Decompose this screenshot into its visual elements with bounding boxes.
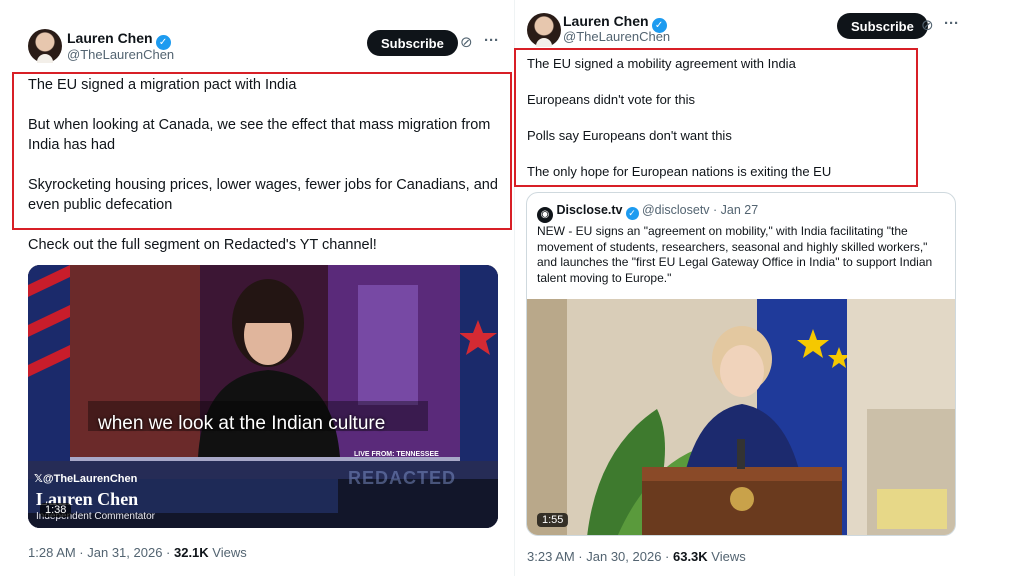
author-handle[interactable]: @TheLaurenChen [67,47,174,62]
tweet-line: But when looking at Canada, we see the e… [28,117,491,153]
tweet-link-line: Check out the full segment on Redacted's… [28,237,377,253]
grok-icon[interactable]: ⊘ [921,17,934,35]
subscribe-button[interactable]: Subscribe [837,13,928,39]
more-icon[interactable]: ··· [484,32,499,50]
disclose-logo-icon: ◉ [537,207,553,223]
tweet-meta: 3:23 AM · Jan 30, 2026 · 63.3K Views [527,549,746,564]
tweet-line: Skyrocketing housing prices, lower wages… [28,177,498,213]
left-tweet: Lauren Chen ✓ @TheLaurenChen Subscribe ⊘ … [10,0,515,576]
grok-icon[interactable]: ⊘ [460,34,473,52]
tweet-line: The only hope for European nations is ex… [527,164,832,179]
video-duration: 1:38 [40,503,72,517]
tweet-line: Europeans didn't vote for this [527,92,695,107]
video-player[interactable]: when we look at the Indian culture LIVE … [28,265,498,528]
tweet-line: Polls say Europeans don't want this [527,128,732,143]
quote-video[interactable]: 1:55 [527,299,955,535]
avatar[interactable] [28,29,62,63]
x-logo-icon: 𝕏 [34,473,43,485]
more-icon[interactable]: ··· [944,15,959,33]
avatar[interactable] [527,13,561,47]
tweet-text: The EU signed a migration pact with Indi… [28,75,506,215]
video-duration: 1:55 [537,513,569,527]
tweet-text: The EU signed a mobility agreement with … [527,54,917,182]
quoted-tweet[interactable]: ◉ Disclose.tv ✓ @disclosetv · Jan 27 NEW … [526,192,956,536]
tweet-line: The EU signed a mobility agreement with … [527,56,796,71]
video-caption: when we look at the Indian culture [98,413,386,434]
watermark: REDACTED [348,468,457,488]
author-handle[interactable]: @TheLaurenChen [563,29,670,44]
verified-badge-icon: ✓ [625,207,639,220]
quote-header: ◉ Disclose.tv ✓ @disclosetv · Jan 27 [537,203,758,223]
subscribe-button[interactable]: Subscribe [367,30,458,56]
live-from-label: LIVE FROM: TENNESSEE [354,451,439,458]
overlay-handle: 𝕏@TheLaurenChen [34,473,138,485]
tweet-meta: 1:28 AM · Jan 31, 2026 · 32.1K Views [28,545,247,560]
quote-text: NEW - EU signs an "agreement on mobility… [537,224,933,285]
video-frame [527,299,955,535]
tweet-line: The EU signed a migration pact with Indi… [28,77,297,93]
right-tweet: Lauren Chen ✓ @TheLaurenChen Subscribe ⊘ … [514,0,968,576]
